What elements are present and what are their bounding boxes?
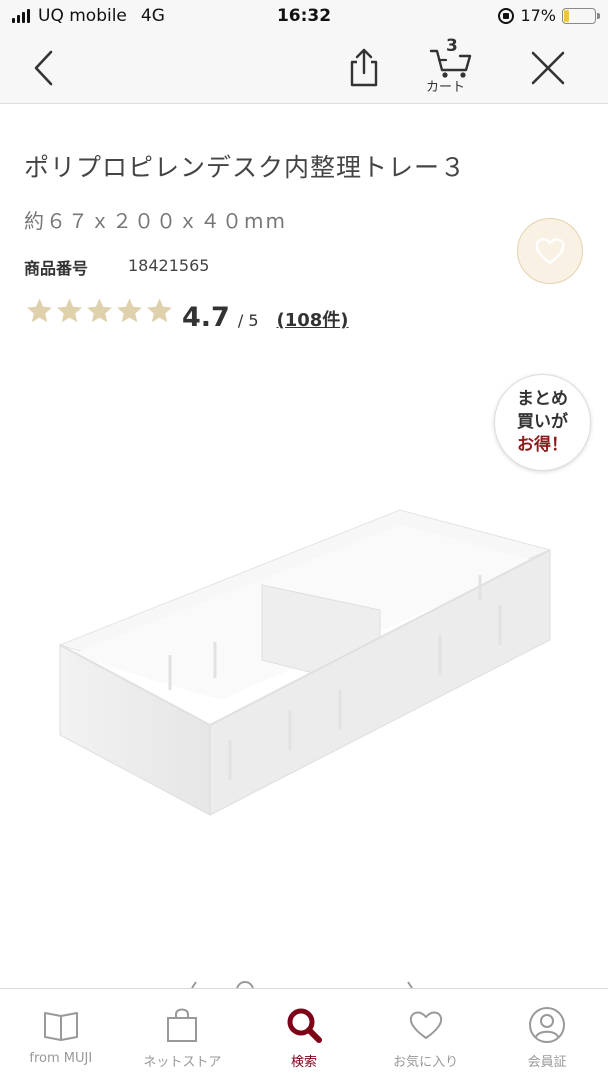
close-button[interactable] — [524, 46, 572, 90]
status-bar: UQ mobile 4G 16:32 17% — [0, 0, 608, 34]
product-size: 約６７ｘ２００ｘ４０mm — [24, 209, 287, 233]
tab-label: from MUJI — [29, 1051, 93, 1066]
close-icon — [531, 51, 565, 85]
star-icon — [87, 298, 112, 323]
tab-search[interactable]: 検索 — [243, 989, 365, 1080]
bag-icon — [162, 1005, 202, 1045]
battery-icon — [562, 7, 600, 24]
star-icon — [147, 298, 172, 323]
cart-label: カート — [426, 80, 466, 95]
product-title: ポリプロピレンデスク内整理トレー３ — [24, 153, 467, 182]
bulk-badge-line1: まとめ — [517, 389, 568, 409]
share-button[interactable] — [340, 44, 388, 92]
rating-score: 4.7 — [182, 302, 230, 333]
star-icon — [27, 298, 52, 323]
battery-level — [564, 9, 570, 22]
star-icon — [57, 298, 82, 323]
heart-outline-icon — [406, 1005, 446, 1045]
product-code: 18421565 — [128, 256, 210, 275]
tab-member-card[interactable]: 会員証 — [486, 989, 608, 1080]
back-button[interactable] — [22, 46, 66, 90]
tab-from-muji[interactable]: from MUJI — [0, 989, 122, 1080]
tab-favorites[interactable]: お気に入り — [365, 989, 487, 1080]
heart-icon — [535, 238, 565, 265]
cart-button[interactable]: 3 カート — [420, 36, 482, 98]
member-icon — [527, 1005, 567, 1045]
rating-row: 4.7 / 5 (108件) — [24, 296, 349, 333]
book-icon — [41, 1005, 81, 1045]
battery-percent: 17% — [520, 6, 556, 25]
favorite-button[interactable] — [517, 218, 583, 284]
product-image[interactable] — [40, 490, 570, 830]
status-right: 17% — [498, 6, 600, 25]
tab-label: お気に入り — [393, 1055, 459, 1070]
tab-label: ネットストア — [143, 1055, 222, 1070]
rating-max: / 5 — [237, 311, 259, 330]
chevron-left-icon — [34, 50, 53, 86]
bulk-badge-line3: お得！ — [517, 435, 568, 455]
share-icon — [350, 48, 378, 87]
bulk-discount-badge[interactable]: まとめ 買いが お得！ — [494, 374, 591, 471]
tab-bar: from MUJI ネットストア 検索 お気に入り 会員証 — [0, 988, 608, 1080]
tab-label: 検索 — [290, 1055, 317, 1070]
rating-stars — [24, 296, 174, 326]
product-code-label: 商品番号 — [24, 259, 89, 278]
review-count-link[interactable]: (108件) — [277, 306, 349, 332]
nav-header: 3 カート — [0, 34, 608, 104]
tab-label: 会員証 — [527, 1055, 567, 1070]
tab-net-store[interactable]: ネットストア — [122, 989, 244, 1080]
bulk-badge-line2: 買いが — [517, 412, 568, 432]
search-icon — [284, 1005, 324, 1045]
cart-icon — [429, 49, 472, 78]
star-icon — [117, 298, 142, 323]
rotation-lock-icon — [498, 7, 515, 24]
